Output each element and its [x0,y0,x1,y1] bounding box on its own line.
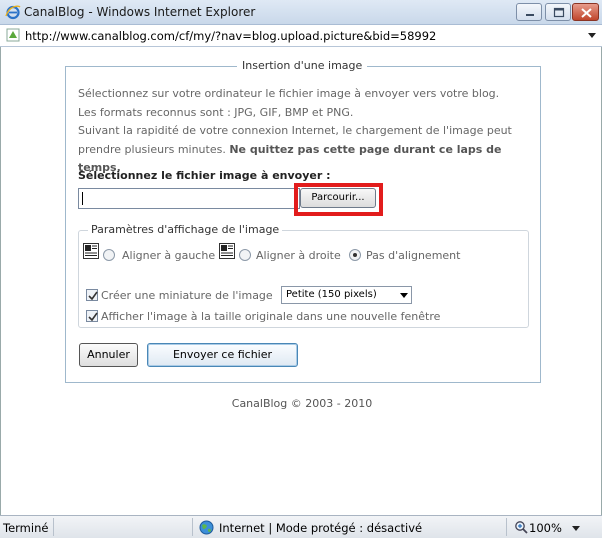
globe-icon [199,520,214,535]
display-settings-fieldset: Paramètres d'affichage de l'image Aligne… [78,223,529,328]
zoom-icon[interactable] [514,520,528,534]
status-divider [192,518,193,536]
copyright-text: CanalBlog © 2003 - 2010 [231,397,373,410]
thumbnail-size-select[interactable]: Petite (150 pixels) [281,286,412,304]
close-button[interactable] [572,3,599,21]
thumbnail-checkbox[interactable] [86,289,98,301]
text-caret [82,192,83,205]
status-divider [506,518,507,536]
intro-line-text: prendre plusieurs minutes. [78,142,226,156]
original-size-option: Afficher l'image à la taille originale d… [86,307,526,325]
alignment-options: Aligner à gauche Aligner à droite Pas d'… [83,243,523,265]
align-left-label[interactable]: Aligner à gauche [122,249,215,262]
send-file-button[interactable]: Envoyer ce fichier [147,343,298,367]
chevron-down-icon[interactable] [586,29,598,41]
window-titlebar: CanalBlog - Windows Internet Explorer [0,0,602,25]
align-left-radio[interactable] [103,249,115,261]
file-path-input[interactable] [78,188,300,209]
file-label: Sélectionnez le fichier image à envoyer … [78,169,331,182]
status-text: Terminé [3,521,49,535]
browse-button[interactable]: Parcourir... [300,188,376,208]
align-right-label[interactable]: Aligner à droite [256,249,341,262]
original-size-label[interactable]: Afficher l'image à la taille originale d… [101,310,440,323]
no-alignment-label[interactable]: Pas d'alignement [366,249,460,262]
url-text[interactable]: http://www.canalblog.com/cf/my/?nav=blog… [25,29,436,43]
maximize-button[interactable] [545,3,571,21]
page-icon [6,28,20,42]
security-zone[interactable]: Internet | Mode protégé : désactivé [219,521,422,535]
cancel-button[interactable]: Annuler [79,343,138,367]
intro-text: Sélectionnez sur votre ordinateur le fic… [78,85,530,178]
upload-fieldset: Insertion d'une image Sélectionnez sur v… [65,59,541,383]
minimize-button[interactable] [516,3,542,21]
zoom-level[interactable]: 100% [529,521,562,535]
close-icon [581,8,592,18]
minimize-icon [526,14,534,16]
chevron-down-icon [400,293,408,298]
chevron-down-icon[interactable] [572,526,580,531]
ie-icon [5,5,21,20]
thumbnail-option: Créer une miniature de l'image Petite (1… [86,286,526,306]
page-content: Insertion d'une image Sélectionnez sur v… [0,47,602,515]
intro-line: Suivant la rapidité de votre connexion I… [78,124,512,137]
checkmark-icon [88,291,98,301]
checkmark-icon [88,312,98,322]
upload-legend: Insertion d'une image [237,59,368,72]
intro-line: Sélectionnez sur votre ordinateur le fic… [78,87,500,100]
maximize-icon [553,7,565,18]
thumbnail-size-value: Petite (150 pixels) [286,289,377,300]
thumbnail-label[interactable]: Créer une miniature de l'image [101,289,273,302]
no-alignment-radio[interactable] [349,249,361,261]
status-divider [53,518,54,536]
align-right-radio[interactable] [239,249,251,261]
window-title: CanalBlog - Windows Internet Explorer [24,5,256,19]
align-left-icon [83,243,99,259]
intro-line: Les formats reconnus sont : JPG, GIF, BM… [78,105,354,119]
status-bar: Terminé Internet | Mode protégé : désact… [0,515,602,538]
display-settings-legend: Paramètres d'affichage de l'image [88,223,283,236]
original-size-checkbox[interactable] [86,310,98,322]
address-bar[interactable]: http://www.canalblog.com/cf/my/?nav=blog… [0,25,602,47]
align-right-icon [219,243,235,259]
